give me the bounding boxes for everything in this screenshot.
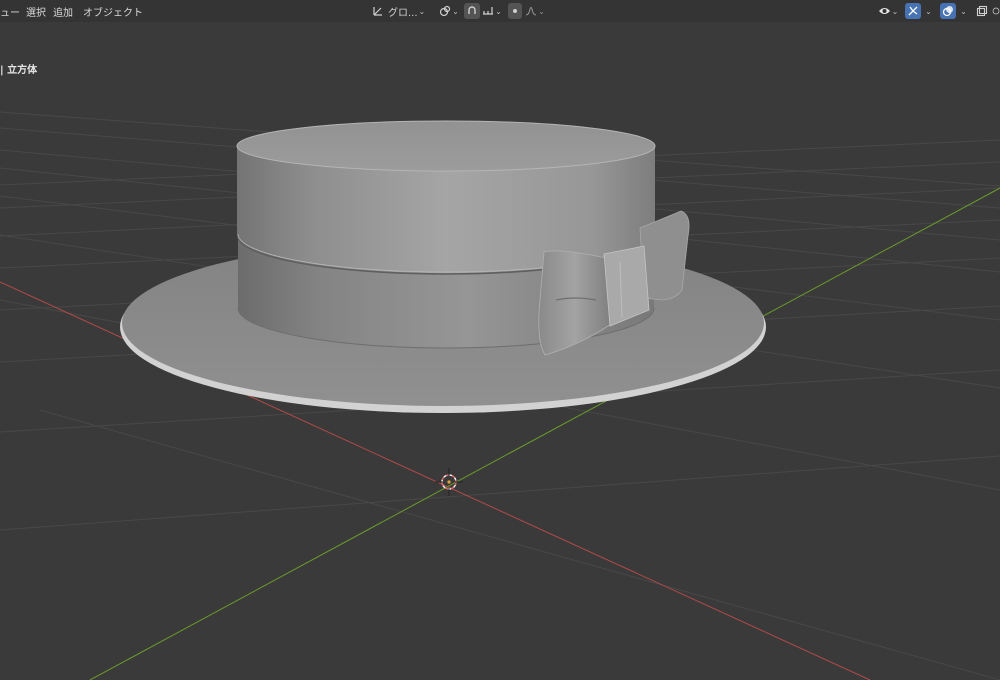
menu-select[interactable]: 選択 [26,4,46,19]
3d-viewport[interactable] [0,0,1000,680]
snap-target-dropdown[interactable]: ⌄ [481,3,503,19]
overlay-toggle[interactable] [940,3,956,19]
visibility-dropdown[interactable]: ⌄ [876,3,900,19]
menu-add[interactable]: 追加 [53,4,73,19]
snap-increment-icon [482,5,494,17]
snap-toggle[interactable] [464,3,480,19]
transform-orientation-dropdown[interactable]: グロ... ⌄ [370,3,432,19]
xray-toggle[interactable] [974,3,990,19]
hat-crown-top [236,120,656,172]
proportional-editing-icon [510,6,520,16]
gizmo-icon [907,5,919,17]
chevron-down-icon: ⌄ [418,6,426,16]
blender-3d-viewport-window: ュー 選択 追加 オブジェクト グロ... ⌄ ⌄ ⌄ ⌄ ⌄ ⌄ ⌄ | 立方… [0,0,1000,680]
chevron-down-icon: ⌄ [960,6,967,16]
transform-orientation-icon [372,5,384,17]
active-object-label: | 立方体 [0,65,38,76]
gizmo-dropdown[interactable]: ⌄ [921,3,935,19]
overlay-icon [942,5,954,17]
proportional-editing-toggle[interactable] [508,3,522,19]
viewport-header: ュー 選択 追加 オブジェクト グロ... ⌄ ⌄ ⌄ ⌄ ⌄ ⌄ ⌄ [0,0,1000,22]
falloff-curve-icon [525,5,537,17]
transform-orientation-label: グロ... [388,7,418,19]
pivot-point-icon [439,5,451,17]
overlay-dropdown[interactable]: ⌄ [956,3,970,19]
chevron-down-icon: ⌄ [891,6,899,16]
chevron-down-icon: ⌄ [452,6,459,16]
shading-solid-button[interactable] [992,3,1000,19]
menu-view[interactable]: ュー [0,4,20,19]
eye-visibility-icon [878,5,891,17]
chevron-down-icon: ⌄ [495,6,502,16]
xray-icon [976,5,988,17]
chevron-down-icon: ⌄ [538,6,545,16]
gizmo-toggle[interactable] [905,3,921,19]
menu-object[interactable]: オブジェクト [83,4,143,19]
snap-icon [466,5,478,17]
falloff-dropdown[interactable]: ⌄ [524,3,546,19]
pivot-point-dropdown[interactable]: ⌄ [437,3,461,19]
chevron-down-icon: ⌄ [925,6,932,16]
